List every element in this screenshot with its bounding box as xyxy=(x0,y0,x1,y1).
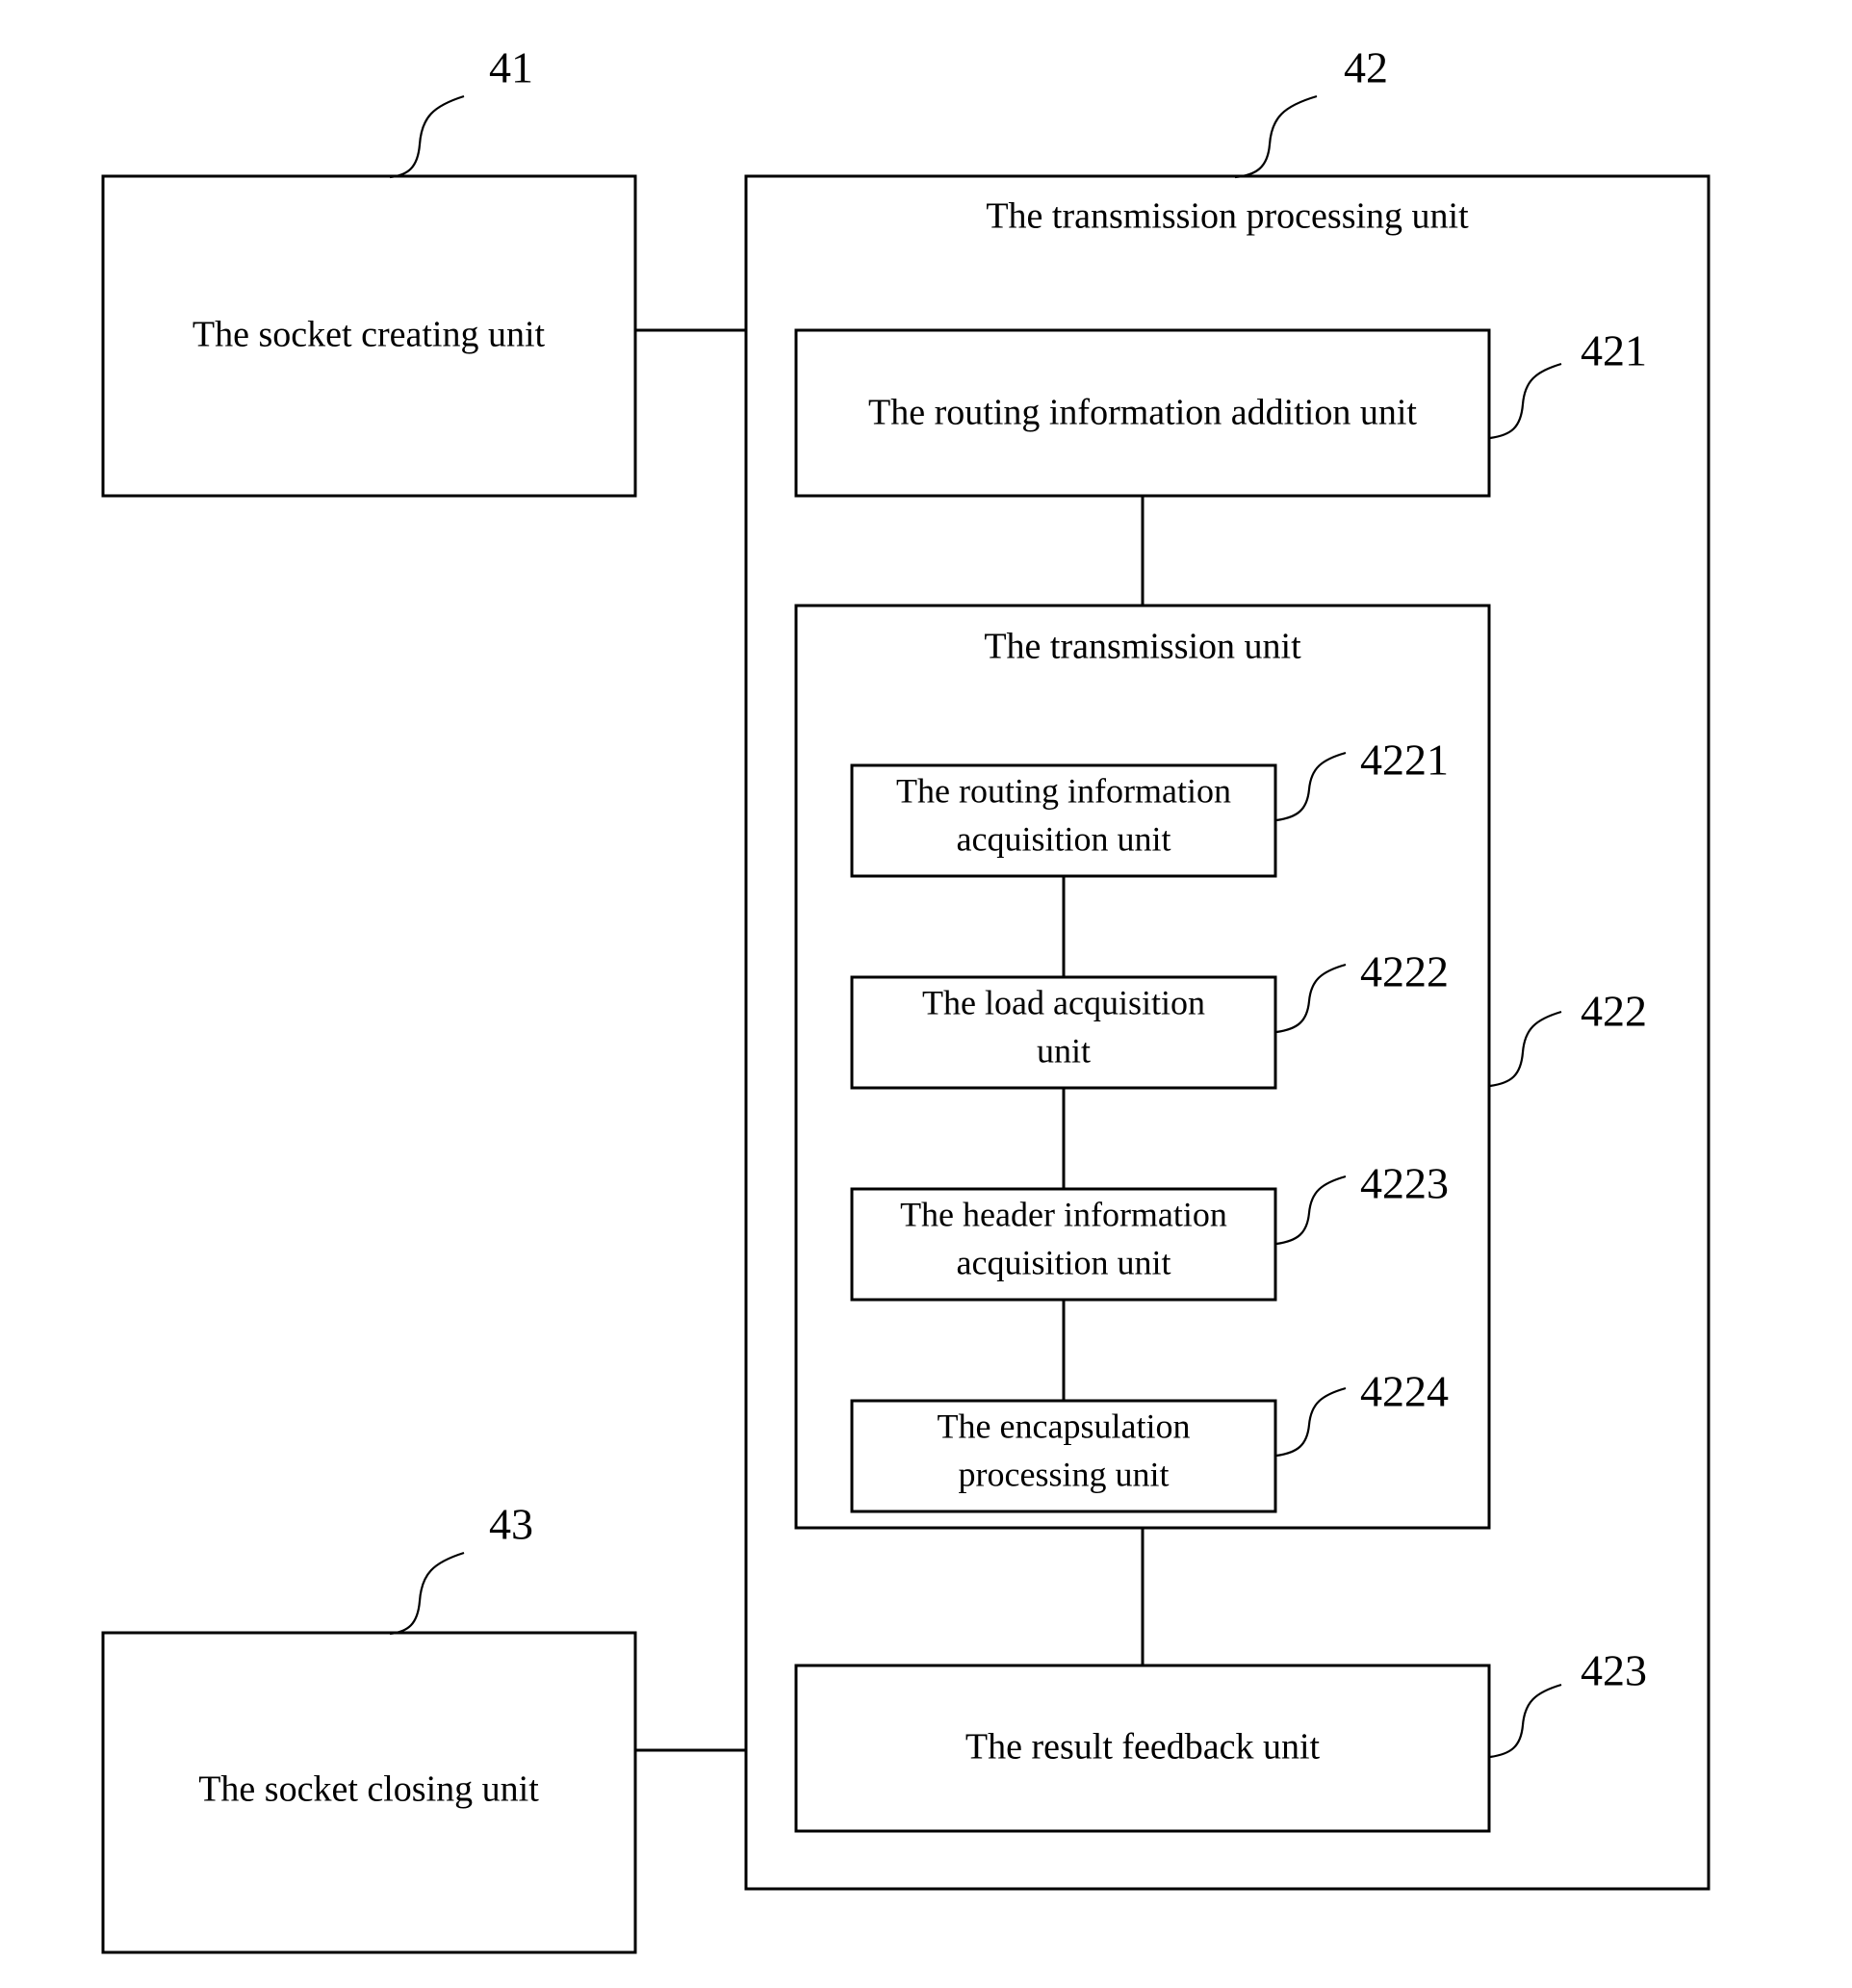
patent-figure-canvas: The transmission processing unit 42 The … xyxy=(0,0,1852,1988)
ref-number-4222: 4222 xyxy=(1360,947,1449,996)
ref-number-42: 42 xyxy=(1344,43,1388,92)
ref-number-41: 41 xyxy=(489,43,533,92)
block-encapsulation-processing-unit-label-line2: processing unit xyxy=(959,1455,1170,1493)
leader-line-43 xyxy=(389,1551,465,1636)
ref-number-4224: 4224 xyxy=(1360,1367,1449,1416)
block-routing-information-acquisition-unit-label-line2: acquisition unit xyxy=(957,819,1171,858)
ref-number-4221: 4221 xyxy=(1360,736,1449,785)
block-routing-information-addition-unit-label: The routing information addition unit xyxy=(868,393,1417,433)
ref-number-4223: 4223 xyxy=(1360,1159,1449,1208)
ref-number-422: 422 xyxy=(1581,987,1647,1036)
block-header-information-acquisition-unit-label-line1: The header information xyxy=(900,1195,1227,1233)
block-encapsulation-processing-unit-label-line1: The encapsulation xyxy=(938,1407,1191,1445)
block-header-information-acquisition-unit-label-line2: acquisition unit xyxy=(957,1243,1171,1281)
ref-number-423: 423 xyxy=(1581,1646,1647,1695)
block-load-acquisition-unit-label-line1: The load acquisition xyxy=(922,983,1205,1021)
block-transmission-unit-label: The transmission unit xyxy=(984,627,1301,667)
ref-number-421: 421 xyxy=(1581,326,1647,375)
block-diagram: The transmission processing unit 42 The … xyxy=(101,43,1711,1954)
block-routing-information-acquisition-unit-label-line1: The routing information xyxy=(896,771,1231,810)
block-result-feedback-unit-label: The result feedback unit xyxy=(965,1727,1321,1768)
block-load-acquisition-unit-label-line2: unit xyxy=(1037,1031,1091,1070)
block-socket-creating-unit-label: The socket creating unit xyxy=(193,315,546,355)
leader-line-42 xyxy=(1234,94,1318,179)
ref-number-43: 43 xyxy=(489,1500,533,1549)
block-transmission-processing-unit-label: The transmission processing unit xyxy=(986,196,1469,237)
block-socket-closing-unit-label: The socket closing unit xyxy=(198,1769,539,1810)
leader-line-41 xyxy=(389,94,465,179)
